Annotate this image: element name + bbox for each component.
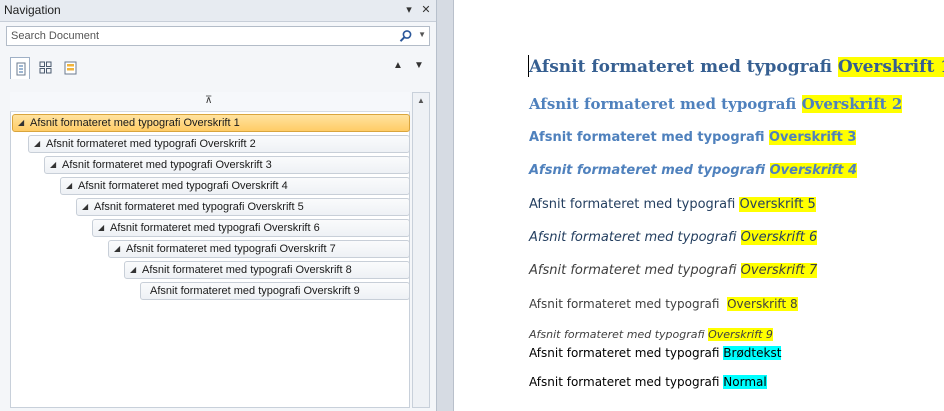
- previous-arrow-icon[interactable]: ▲: [393, 60, 403, 71]
- headings-icon: [16, 62, 26, 76]
- heading-7-paragraph[interactable]: Afsnit formateret med typografi Overskri…: [529, 263, 818, 278]
- style-name-highlight: Overskrift 8: [727, 297, 798, 311]
- tab-pages[interactable]: [35, 57, 55, 79]
- style-name-highlight: Overskrift 5: [739, 197, 816, 212]
- search-options-icon[interactable]: ▼: [418, 30, 426, 39]
- scroll-up-icon[interactable]: ▲: [413, 93, 429, 109]
- collapse-all-button[interactable]: ⊼: [10, 92, 410, 112]
- nav-title: Navigation: [4, 3, 61, 17]
- heading-8-paragraph[interactable]: Afsnit formateret med typografi Overskri…: [529, 297, 798, 311]
- search-results-icon: [64, 61, 77, 75]
- tree-item-overskrift-6[interactable]: ◢ Afsnit formateret med typografi Overskr…: [92, 219, 410, 237]
- expand-triangle-icon[interactable]: ◢: [34, 139, 40, 148]
- heading-1-paragraph[interactable]: Afsnit formateret med typografi Overskri…: [529, 57, 944, 77]
- pages-thumbnail-icon: [39, 61, 52, 74]
- style-name-highlight: Overskrift 7: [740, 263, 818, 278]
- expand-triangle-icon[interactable]: ◢: [114, 244, 120, 253]
- expand-triangle-icon[interactable]: ◢: [50, 160, 56, 169]
- search-icon[interactable]: [399, 29, 413, 43]
- tree-item-overskrift-3[interactable]: ◢ Afsnit formateret med typografi Overskr…: [44, 156, 410, 174]
- search-input[interactable]: Search Document ▼: [6, 26, 430, 46]
- nav-header: Navigation ▾ ✕: [0, 0, 436, 22]
- tree-item-overskrift-4[interactable]: ◢ Afsnit formateret med typografi Overskr…: [60, 177, 410, 195]
- tree-scrollbar[interactable]: ▲: [412, 92, 430, 408]
- style-name-highlight: Overskrift 2: [801, 95, 903, 113]
- heading-4-paragraph[interactable]: Afsnit formateret med typografi Overskri…: [529, 163, 858, 178]
- expand-triangle-icon[interactable]: ◢: [18, 118, 24, 127]
- heading-6-paragraph[interactable]: Afsnit formateret med typografi Overskri…: [529, 230, 818, 245]
- tree-item-overskrift-7[interactable]: ◢ Afsnit formateret med typografi Overskr…: [108, 240, 410, 258]
- tree-item-overskrift-2[interactable]: ◢ Afsnit formateret med typografi Overskr…: [28, 135, 410, 153]
- style-name-highlight: Overskrift 4: [769, 163, 858, 178]
- heading-3-paragraph[interactable]: Afsnit formateret med typografi Overskri…: [529, 130, 857, 145]
- style-name-highlight: Brødtekst: [723, 346, 782, 360]
- style-name-highlight: Overskrift 9: [708, 328, 773, 341]
- pane-options-icon[interactable]: ▾: [402, 2, 416, 18]
- body-text-paragraph[interactable]: Afsnit formateret med typografi Brødteks…: [529, 346, 782, 360]
- expand-triangle-icon[interactable]: ◢: [66, 181, 72, 190]
- style-name-highlight: Overskrift 3: [769, 130, 857, 145]
- expand-triangle-icon[interactable]: ◢: [130, 265, 136, 274]
- close-icon[interactable]: ✕: [419, 2, 433, 18]
- heading-2-paragraph[interactable]: Afsnit formateret med typografi Overskri…: [529, 95, 903, 113]
- expand-triangle-icon[interactable]: ◢: [82, 202, 88, 211]
- next-arrow-icon[interactable]: ▼: [414, 60, 424, 71]
- style-name-highlight: Normal: [723, 375, 767, 389]
- tree-item-overskrift-1[interactable]: ◢ Afsnit formateret med typografi Overskr…: [12, 114, 410, 132]
- heading-9-paragraph[interactable]: Afsnit formateret med typografi Overskri…: [529, 328, 773, 341]
- tab-headings[interactable]: [10, 57, 30, 79]
- expand-triangle-icon[interactable]: ◢: [98, 223, 104, 232]
- collapse-icon: ⊼: [205, 95, 213, 106]
- normal-paragraph[interactable]: Afsnit formateret med typografi Normal: [529, 375, 767, 389]
- tab-results[interactable]: [60, 57, 80, 79]
- search-placeholder: Search Document: [11, 30, 100, 42]
- heading-5-paragraph[interactable]: Afsnit formateret med typografi Overskri…: [529, 197, 816, 212]
- tree-item-overskrift-9[interactable]: Afsnit formateret med typografi Overskri…: [140, 282, 410, 300]
- style-name-highlight: Overskrift 6: [740, 230, 818, 245]
- tree-item-overskrift-5[interactable]: ◢ Afsnit formateret med typografi Overskr…: [76, 198, 410, 216]
- style-name-highlight: Overskrift 1: [837, 57, 944, 77]
- tree-item-overskrift-8[interactable]: ◢ Afsnit formateret med typografi Overskr…: [124, 261, 410, 279]
- navigation-pane: Navigation ▾ ✕ Search Document ▼ ▲ ▼ ⊼ ◢…: [0, 0, 437, 411]
